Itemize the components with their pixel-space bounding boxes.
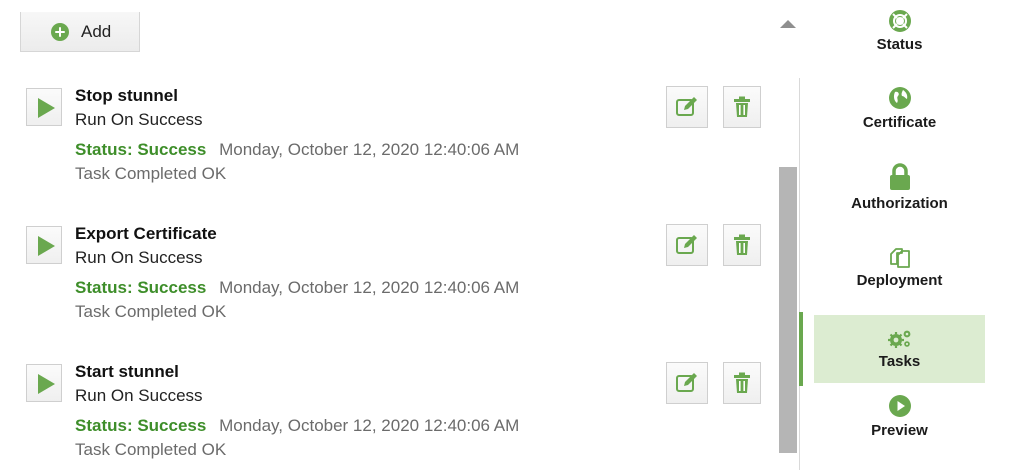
edit-icon	[676, 235, 697, 254]
edit-icon	[676, 373, 697, 392]
edit-task-button[interactable]	[666, 86, 708, 128]
nav-item-preview[interactable]: Preview	[814, 394, 985, 439]
task-title: Start stunnel	[75, 362, 179, 381]
edit-icon	[676, 97, 697, 116]
add-button-label: Add	[81, 21, 112, 41]
scrollbar-thumb[interactable]	[779, 167, 797, 453]
task-result: Task Completed OK	[75, 302, 227, 321]
scroll-up-arrow-icon[interactable]	[780, 20, 796, 28]
nav-label: Status	[876, 36, 923, 53]
run-task-button[interactable]	[26, 88, 62, 126]
task-trigger: Run On Success	[75, 110, 203, 129]
plus-circle-icon	[51, 22, 69, 41]
trash-icon	[734, 234, 750, 255]
task-trigger: Run On Success	[75, 386, 203, 405]
lifebuoy-icon	[888, 10, 911, 32]
nav-label: Deployment	[856, 272, 943, 289]
lock-icon	[889, 163, 910, 190]
task-item: Start stunnel Run On Success Status: Suc…	[26, 362, 766, 470]
play-circle-icon	[888, 395, 911, 417]
edit-task-button[interactable]	[666, 362, 708, 404]
nav-item-deployment[interactable]: Deployment	[814, 246, 985, 289]
task-result: Task Completed OK	[75, 164, 227, 183]
task-status: Status: Success Monday, October 12, 2020…	[75, 416, 519, 436]
status-label: Status: Success	[75, 416, 207, 435]
status-date: Monday, October 12, 2020 12:40:06 AM	[219, 278, 520, 297]
status-label: Status: Success	[75, 278, 207, 297]
nav-item-certificate[interactable]: Certificate	[814, 86, 985, 131]
globe-icon	[888, 87, 911, 109]
task-title: Export Certificate	[75, 224, 217, 243]
nav-item-authorization[interactable]: Authorization	[814, 163, 985, 212]
nav-label: Certificate	[862, 114, 937, 131]
copy-icon	[889, 248, 910, 268]
nav-label: Preview	[871, 422, 928, 439]
task-item: Export Certificate Run On Success Status…	[26, 224, 766, 336]
delete-task-button[interactable]	[723, 362, 761, 404]
gears-icon	[887, 330, 910, 348]
trash-icon	[734, 372, 750, 393]
delete-task-button[interactable]	[723, 86, 761, 128]
status-date: Monday, October 12, 2020 12:40:06 AM	[219, 416, 520, 435]
nav-divider	[799, 78, 800, 470]
nav-label: Authorization	[851, 195, 948, 212]
run-task-button[interactable]	[26, 226, 62, 264]
edit-task-button[interactable]	[666, 224, 708, 266]
task-trigger: Run On Success	[75, 248, 203, 267]
status-date: Monday, October 12, 2020 12:40:06 AM	[219, 140, 520, 159]
task-result: Task Completed OK	[75, 440, 227, 459]
nav-item-status[interactable]: Status	[814, 10, 985, 53]
task-status: Status: Success Monday, October 12, 2020…	[75, 278, 519, 298]
task-title: Stop stunnel	[75, 86, 178, 105]
status-label: Status: Success	[75, 140, 207, 159]
active-nav-marker	[799, 312, 803, 386]
task-status: Status: Success Monday, October 12, 2020…	[75, 140, 519, 160]
task-item: Stop stunnel Run On Success Status: Succ…	[26, 86, 766, 198]
nav-item-tasks[interactable]: Tasks	[814, 315, 985, 383]
tasks-panel: Add Stop stunnel Run On Success Status: …	[0, 0, 1023, 470]
nav-label: Tasks	[878, 352, 921, 370]
delete-task-button[interactable]	[723, 224, 761, 266]
trash-icon	[734, 96, 750, 117]
add-task-button[interactable]: Add	[20, 12, 140, 52]
run-task-button[interactable]	[26, 364, 62, 402]
